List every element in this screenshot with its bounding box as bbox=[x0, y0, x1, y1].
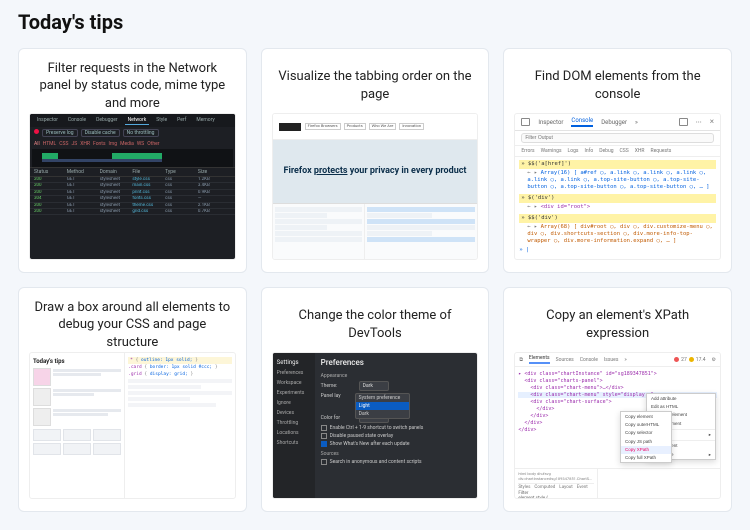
tip-title: Draw a box around all elements to debug … bbox=[29, 298, 236, 352]
tip-card-color-theme[interactable]: Change the color theme of DevTools Setti… bbox=[261, 287, 490, 512]
tip-title: Visualize the tabbing order on the page bbox=[272, 59, 479, 113]
context-submenu: Copy element Copy outerHTML Copy selecto… bbox=[620, 411, 672, 463]
tip-card-network-filter[interactable]: Filter requests in the Network panel by … bbox=[18, 48, 247, 273]
tip-card-debug-box[interactable]: Draw a box around all elements to debug … bbox=[18, 287, 247, 512]
tip-thumbnail: Inspector Console Debugger » ⋯ × ErrorsW… bbox=[514, 113, 721, 260]
tip-card-tabbing-order[interactable]: Visualize the tabbing order on the page … bbox=[261, 48, 490, 273]
tip-thumbnail: ⧉ Elements Sources Console Issues » 2717… bbox=[514, 352, 721, 499]
tip-title: Find DOM elements from the console bbox=[514, 59, 721, 113]
tip-thumbnail: Settings PreferencesWorkspaceExperiments… bbox=[272, 352, 479, 499]
tip-card-console-dom[interactable]: Find DOM elements from the console Inspe… bbox=[503, 48, 732, 273]
tips-grid: Filter requests in the Network panel by … bbox=[18, 48, 732, 512]
tip-title: Filter requests in the Network panel by … bbox=[29, 59, 236, 113]
inspector-picker-icon bbox=[521, 118, 530, 126]
tip-title: Copy an element's XPath expression bbox=[514, 298, 721, 352]
split-icon bbox=[679, 118, 688, 126]
tip-thumbnail: Today's tips * { outline: 1px solid; } .… bbox=[29, 352, 236, 499]
tip-card-copy-xpath[interactable]: Copy an element's XPath expression ⧉ Ele… bbox=[503, 287, 732, 512]
gear-icon: ⚙ bbox=[712, 357, 716, 363]
tip-thumbnail: InspectorConsoleDebuggerNetworkStylePerf… bbox=[29, 113, 236, 260]
theme-dropdown: System preference Light Dark bbox=[355, 393, 410, 419]
tip-thumbnail: Firefox BrowsersProductsWho We AreInnova… bbox=[272, 113, 479, 260]
filter-input bbox=[521, 133, 714, 143]
tip-title: Change the color theme of DevTools bbox=[272, 298, 479, 352]
page-title: Today's tips bbox=[18, 10, 732, 34]
close-icon: × bbox=[710, 117, 714, 127]
